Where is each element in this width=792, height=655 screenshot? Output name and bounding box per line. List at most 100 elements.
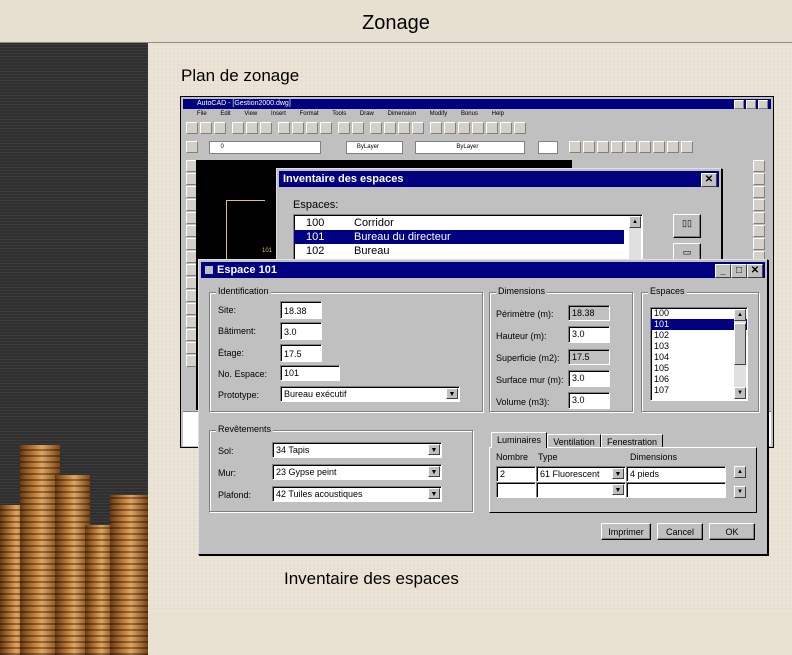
undo-icon[interactable]: [338, 122, 350, 134]
rotate-icon[interactable]: [753, 238, 765, 250]
menu-dimension[interactable]: Dimension: [388, 111, 416, 117]
autocad-maximize-button[interactable]: [746, 100, 756, 109]
list-item[interactable]: 107: [651, 385, 747, 396]
aerial-icon[interactable]: [486, 122, 498, 134]
site-field[interactable]: 18.38: [280, 301, 322, 319]
pan-icon[interactable]: [430, 122, 442, 134]
scroll-down-icon[interactable]: ▼: [734, 486, 746, 498]
menu-modify[interactable]: Modify: [430, 111, 448, 117]
zoom-previous-icon[interactable]: [472, 122, 484, 134]
sol-select[interactable]: 34 Tapis ▼: [272, 442, 442, 458]
scroll-thumb[interactable]: [734, 323, 746, 365]
menu-view[interactable]: View: [244, 111, 257, 117]
prop-icon-8[interactable]: [667, 141, 680, 153]
redo-icon[interactable]: [352, 122, 364, 134]
mur-select[interactable]: 23 Gypse peint ▼: [272, 464, 442, 480]
offset-icon[interactable]: [753, 199, 765, 211]
menu-tools[interactable]: Tools: [332, 111, 346, 117]
array-icon[interactable]: [753, 212, 765, 224]
autocad-close-button[interactable]: [758, 100, 768, 109]
etage-field[interactable]: 17.5: [280, 344, 322, 362]
mcopy-icon[interactable]: [753, 173, 765, 185]
espaces-list[interactable]: 100 101 102 103 104 105 106 107 ▲ ▼: [650, 307, 748, 401]
list-item[interactable]: 100: [651, 308, 747, 319]
scroll-up-icon[interactable]: ▲: [734, 309, 746, 321]
ucs-icon[interactable]: [398, 122, 410, 134]
preview-icon[interactable]: [246, 122, 258, 134]
prop-icon-4[interactable]: [611, 141, 624, 153]
layers-icon[interactable]: [186, 141, 198, 153]
no-espace-field[interactable]: 101: [280, 365, 340, 381]
list-item-selected[interactable]: 101 Bureau du directeur: [294, 230, 624, 244]
chevron-down-icon[interactable]: ▼: [446, 388, 458, 399]
scroll-down-icon[interactable]: ▼: [734, 387, 746, 399]
prop-icon-7[interactable]: [653, 141, 666, 153]
spell-icon[interactable]: [260, 122, 272, 134]
paste-icon[interactable]: [306, 122, 318, 134]
print-icon[interactable]: [232, 122, 244, 134]
menu-insert[interactable]: Insert: [271, 111, 286, 117]
volume-field[interactable]: 3.0: [568, 392, 610, 409]
list-item[interactable]: 102: [651, 330, 747, 341]
cut-icon[interactable]: [278, 122, 290, 134]
lum-dimensions-field-empty[interactable]: [626, 482, 726, 498]
prop-icon-3[interactable]: [597, 141, 610, 153]
list-item[interactable]: 103: [651, 341, 747, 352]
match-icon[interactable]: [320, 122, 332, 134]
new-icon[interactable]: [186, 122, 198, 134]
redraw-icon[interactable]: [500, 122, 512, 134]
prop-icon-1[interactable]: [569, 141, 582, 153]
chevron-down-icon[interactable]: ▼: [612, 468, 624, 479]
cancel-button[interactable]: Cancel: [657, 523, 703, 540]
copy-icon[interactable]: [292, 122, 304, 134]
save-icon[interactable]: [214, 122, 226, 134]
scroll-up-icon[interactable]: ▲: [629, 216, 641, 228]
linetype-select[interactable]: ByLayer: [415, 141, 526, 154]
prop-icon-2[interactable]: [583, 141, 596, 153]
prop-icon-6[interactable]: [639, 141, 652, 153]
menu-file[interactable]: File: [197, 111, 207, 117]
close-button[interactable]: ✕: [747, 264, 763, 278]
list-item[interactable]: 106: [651, 374, 747, 385]
minimize-button[interactable]: _: [715, 264, 731, 278]
surface-mur-field[interactable]: 3.0: [568, 370, 610, 387]
list-item[interactable]: 102 Bureau: [294, 244, 624, 258]
menu-help[interactable]: Help: [492, 111, 504, 117]
batiment-field[interactable]: 3.0: [280, 322, 322, 340]
prototype-select[interactable]: Bureau exécutif ▼: [280, 386, 460, 402]
lum-nombre-field-empty[interactable]: [496, 482, 536, 498]
list-item[interactable]: 104: [651, 352, 747, 363]
chevron-down-icon[interactable]: ▼: [428, 444, 440, 455]
tracking-icon[interactable]: [412, 122, 424, 134]
plafond-select[interactable]: 42 Tuiles acoustiques ▼: [272, 486, 442, 502]
inventaire-close-button[interactable]: ✕: [701, 173, 717, 187]
zoom-icon[interactable]: [444, 122, 456, 134]
layer-select[interactable]: 0: [209, 141, 322, 154]
scroll-up-icon[interactable]: ▲: [734, 466, 746, 478]
hyperlink-icon[interactable]: [370, 122, 382, 134]
mirror-icon[interactable]: [753, 186, 765, 198]
open-icon[interactable]: [200, 122, 212, 134]
color-select[interactable]: ByLayer: [345, 141, 403, 154]
menu-bonus[interactable]: Bonus: [461, 111, 478, 117]
snap-icon[interactable]: [384, 122, 396, 134]
tab-fenestration[interactable]: Fenestration: [601, 434, 663, 448]
tab-luminaires[interactable]: Luminaires: [491, 432, 547, 448]
help-icon[interactable]: [514, 122, 526, 134]
lum-dimensions-field[interactable]: 4 pieds: [626, 466, 726, 482]
chevron-down-icon[interactable]: ▼: [428, 488, 440, 499]
tab-ventilation[interactable]: Ventilation: [547, 434, 601, 448]
lineweight-select[interactable]: [537, 141, 558, 154]
list-item[interactable]: 100 Corridor: [294, 216, 624, 230]
zoom-window-icon[interactable]: [458, 122, 470, 134]
menu-draw[interactable]: Draw: [360, 111, 374, 117]
lum-type-select-empty[interactable]: ▼: [536, 482, 626, 498]
list-item[interactable]: 105: [651, 363, 747, 374]
menu-edit[interactable]: Edit: [220, 111, 230, 117]
inventaire-scrollbar[interactable]: ▲: [629, 216, 641, 264]
book-icon-button[interactable]: ▯▯: [673, 214, 701, 238]
list-item-selected[interactable]: 101: [651, 319, 747, 330]
maximize-button[interactable]: □: [731, 264, 747, 278]
prop-icon-9[interactable]: [681, 141, 694, 153]
imprimer-button[interactable]: Imprimer: [601, 523, 651, 540]
